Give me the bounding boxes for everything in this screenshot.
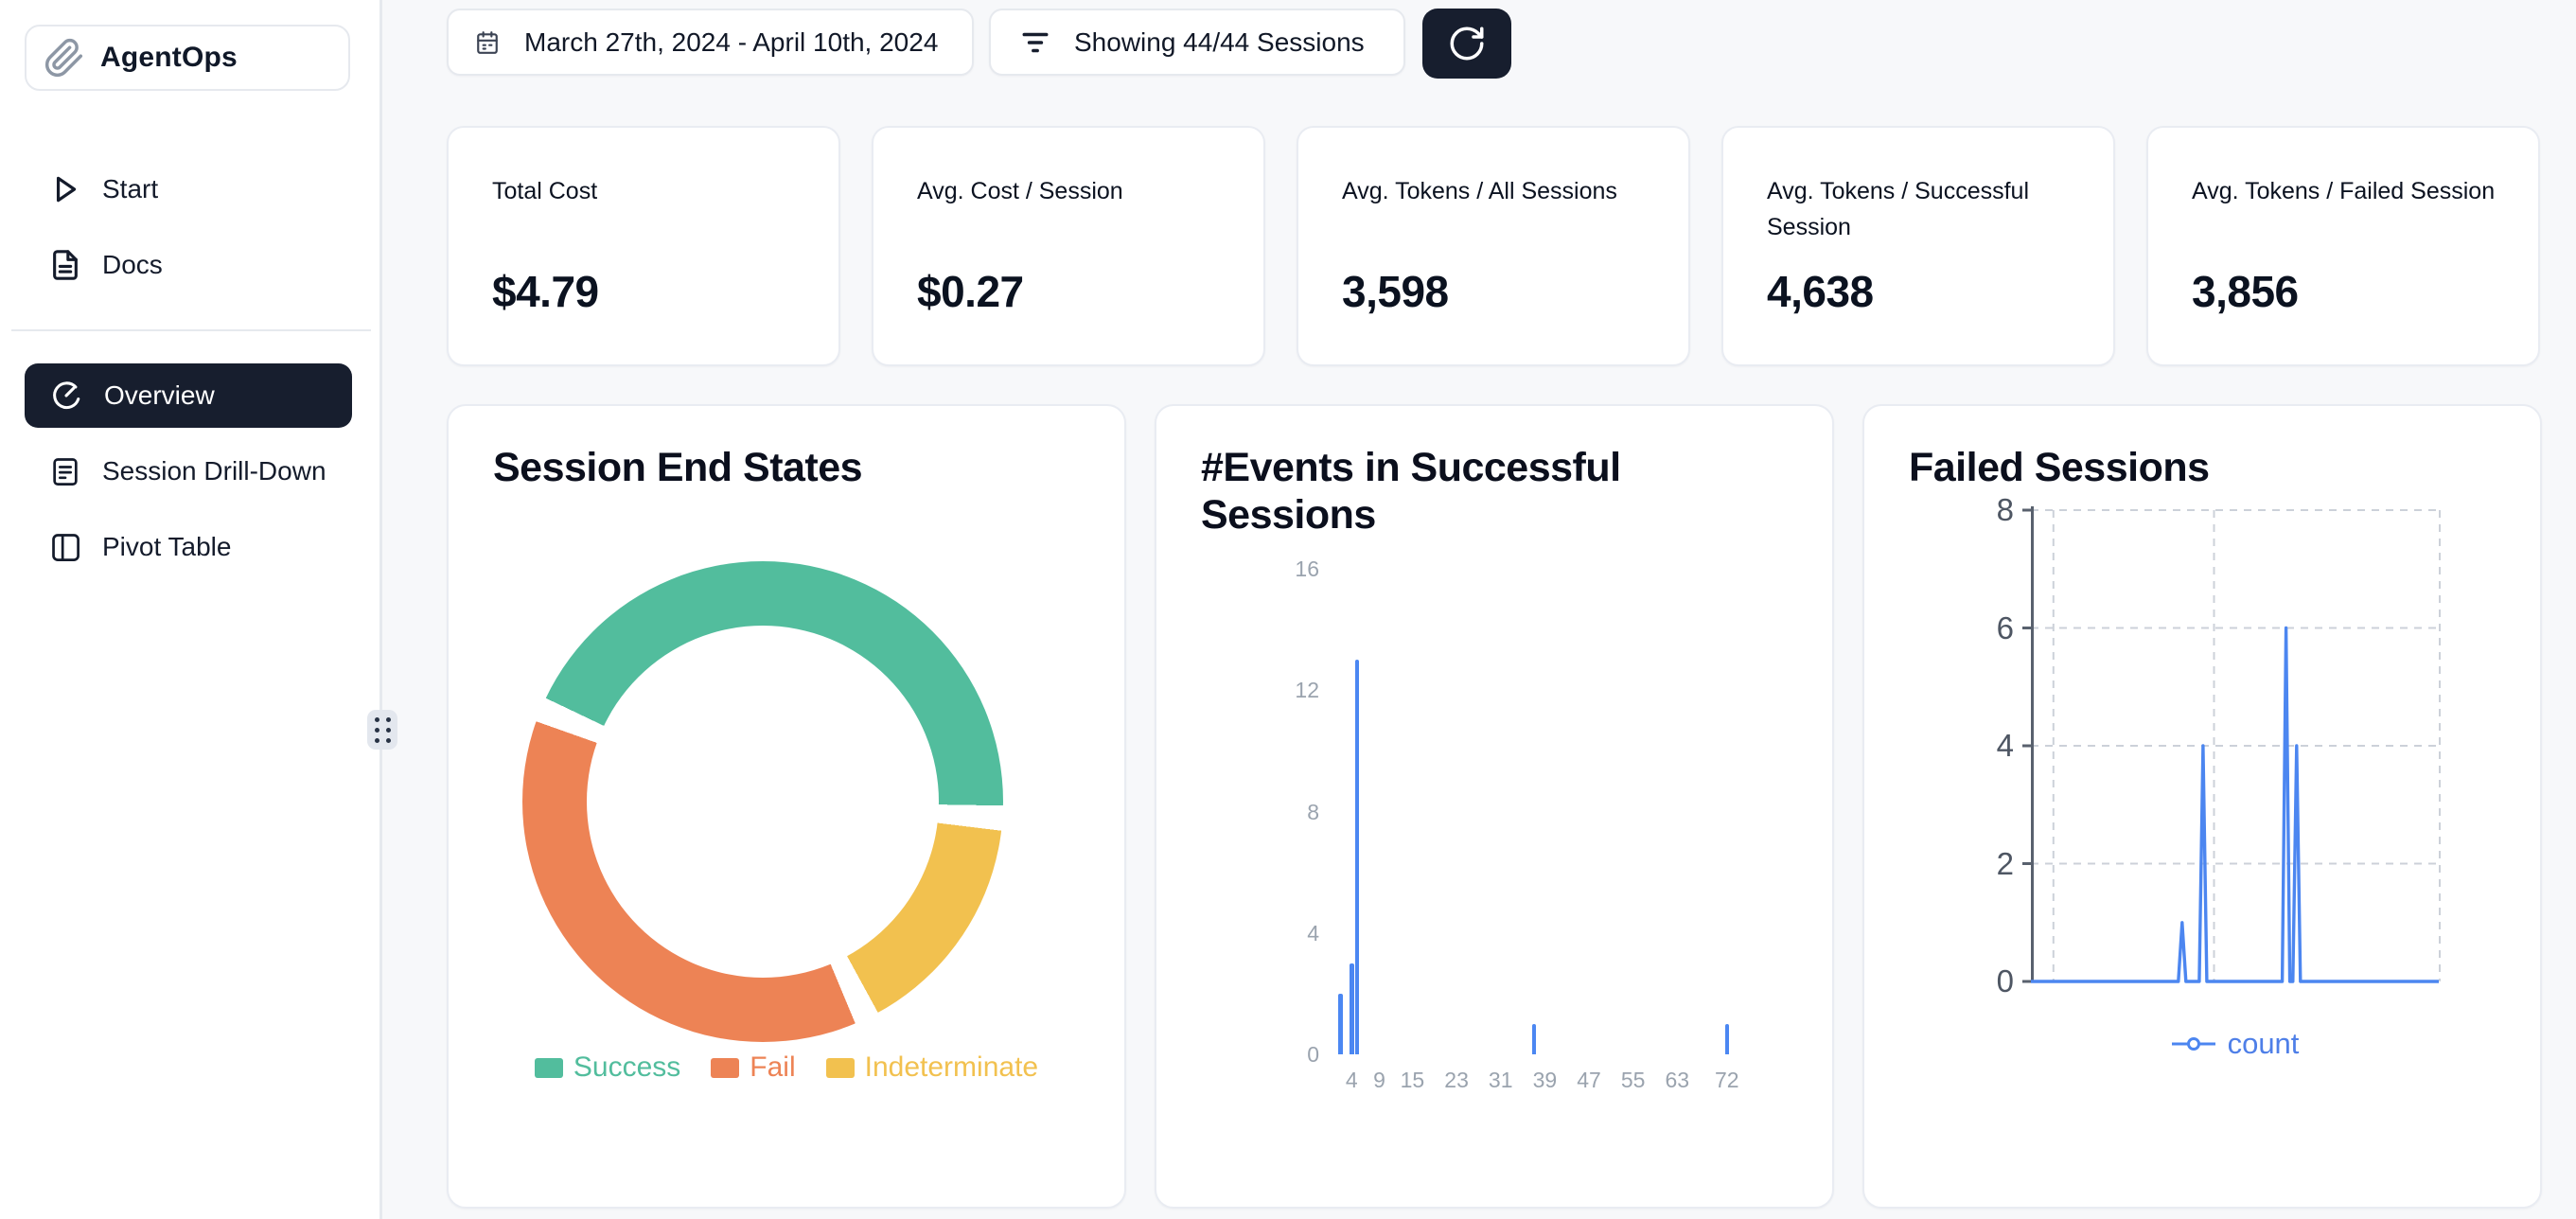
stat-card-avg-tokens-failed: Avg. Tokens / Failed Session 3,856 [2146, 126, 2540, 366]
calendar-icon [475, 30, 500, 55]
date-range-label: March 27th, 2024 - April 10th, 2024 [524, 27, 938, 58]
line-chart-canvas [2020, 504, 2444, 997]
paperclip-logo-icon [44, 37, 85, 79]
donut-hole [587, 626, 939, 978]
play-icon [49, 173, 81, 205]
sidebar-resize-handle[interactable] [367, 710, 397, 750]
stat-label: Total Cost [492, 173, 804, 209]
stat-value: $0.27 [917, 266, 1024, 317]
document-lines-icon [49, 455, 81, 487]
chart-title: Session End States [493, 444, 862, 491]
histogram-bar [1355, 660, 1360, 1054]
stat-card-avg-tokens-successful: Avg. Tokens / Successful Session 4,638 [1721, 126, 2115, 366]
y-axis-tick: 0 [1944, 962, 2014, 1001]
docs-icon [49, 249, 81, 281]
donut-legend: Success Fail Indeterminate [449, 1051, 1124, 1084]
x-axis-tick: 72 [1699, 1068, 1756, 1093]
stat-label: Avg. Cost / Session [917, 173, 1229, 209]
legend-label: Fail [750, 1051, 795, 1084]
failed-sessions-line-chart: count 0 2 4 6 8 [1864, 406, 2540, 1207]
sidebar-item-label: Docs [102, 250, 163, 280]
sidebar-item-label: Overview [104, 380, 215, 411]
y-axis-tick: 6 [1944, 609, 2014, 648]
x-axis-tick: 63 [1649, 1068, 1705, 1093]
stat-label: Avg. Tokens / Failed Session [2192, 173, 2504, 209]
line-legend-label: count [2228, 1027, 2300, 1061]
sidebar-item-docs[interactable]: Docs [25, 238, 352, 292]
line-legend-count[interactable]: count [2031, 1027, 2440, 1061]
stat-value: 3,598 [1342, 266, 1449, 317]
filter-icon [1019, 26, 1051, 59]
stat-card-total-cost: Total Cost $4.79 [447, 126, 840, 366]
sidebar-item-overview[interactable]: Overview [25, 363, 352, 428]
sidebar-item-label: Session Drill-Down [102, 456, 326, 486]
legend-label: Indeterminate [865, 1051, 1038, 1084]
legend-swatch [826, 1058, 855, 1078]
line-legend-icon [2172, 1035, 2215, 1052]
sidebar-item-start[interactable]: Start [25, 163, 352, 216]
legend-item-fail[interactable]: Fail [711, 1051, 795, 1084]
sidebar-item-session-drill-down[interactable]: Session Drill-Down [25, 445, 352, 498]
sidebar-item-label: Start [102, 174, 158, 204]
histogram-bar [1725, 1024, 1730, 1054]
legend-item-indeterminate[interactable]: Indeterminate [826, 1051, 1038, 1084]
y-axis-tick: 8 [1944, 490, 2014, 530]
stat-card-avg-tokens-all: Avg. Tokens / All Sessions 3,598 [1297, 126, 1690, 366]
y-axis-tick: 4 [1251, 920, 1319, 946]
sidebar-item-pivot-table[interactable]: Pivot Table [25, 521, 352, 574]
sessions-filter-label: Showing 44/44 Sessions [1074, 27, 1365, 58]
stat-value: 4,638 [1767, 266, 1874, 317]
logo[interactable]: AgentOps [25, 25, 350, 91]
histogram-bar [1338, 994, 1343, 1054]
refresh-icon [1447, 24, 1487, 63]
y-axis-tick: 12 [1251, 677, 1319, 703]
app-title: AgentOps [100, 42, 238, 74]
legend-item-success[interactable]: Success [535, 1051, 680, 1084]
gauge-icon [49, 379, 83, 413]
donut-chart [522, 561, 1003, 1042]
stat-label: Avg. Tokens / All Sessions [1342, 173, 1654, 209]
stat-card-avg-cost-session: Avg. Cost / Session $0.27 [872, 126, 1265, 366]
histogram-bar [1532, 1024, 1537, 1054]
session-end-states-card: Session End States Success Fail Indeterm… [447, 404, 1126, 1209]
sidebar-item-label: Pivot Table [102, 532, 231, 562]
failed-sessions-card: Failed Sessions count 02468 [1862, 404, 2542, 1209]
refresh-button[interactable] [1422, 9, 1511, 79]
events-bar-chart: 0481216491523313947556372 [1156, 406, 1832, 1207]
sidebar: AgentOps Start Docs Overview Session Dri… [0, 0, 382, 1219]
stat-value: 3,856 [2192, 266, 2299, 317]
y-axis-tick: 16 [1251, 556, 1319, 582]
sidebar-divider [11, 329, 371, 331]
y-axis-tick: 4 [1944, 726, 2014, 766]
date-range-button[interactable]: March 27th, 2024 - April 10th, 2024 [447, 9, 974, 76]
histogram-bar [1350, 963, 1354, 1054]
stat-value: $4.79 [492, 266, 599, 317]
events-histogram-card: #Events in Successful Sessions 048121649… [1155, 404, 1834, 1209]
y-axis-tick: 0 [1251, 1041, 1319, 1068]
panel-left-icon [49, 531, 81, 563]
y-axis-tick: 8 [1251, 799, 1319, 825]
stat-label: Avg. Tokens / Successful Session [1767, 173, 2079, 245]
legend-swatch [535, 1058, 563, 1078]
sessions-filter-button[interactable]: Showing 44/44 Sessions [989, 9, 1405, 76]
y-axis-tick: 2 [1944, 844, 2014, 884]
legend-label: Success [573, 1051, 680, 1084]
legend-swatch [711, 1058, 739, 1078]
